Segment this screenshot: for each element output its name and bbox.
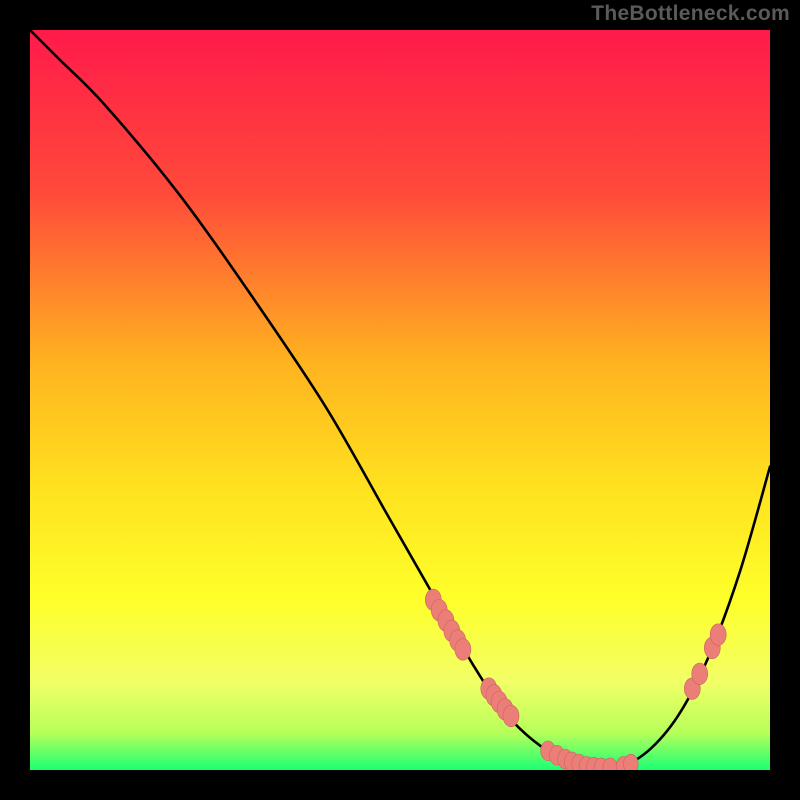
marker-point: [624, 754, 639, 770]
plot-svg: [30, 30, 770, 770]
plot-area: [30, 30, 770, 770]
marker-point: [503, 705, 519, 727]
attribution-text: TheBottleneck.com: [591, 2, 790, 26]
marker-point: [692, 663, 708, 685]
gradient-background: [30, 30, 770, 770]
chart-container: TheBottleneck.com: [0, 0, 800, 800]
marker-point: [710, 624, 726, 646]
marker-point: [455, 639, 471, 661]
